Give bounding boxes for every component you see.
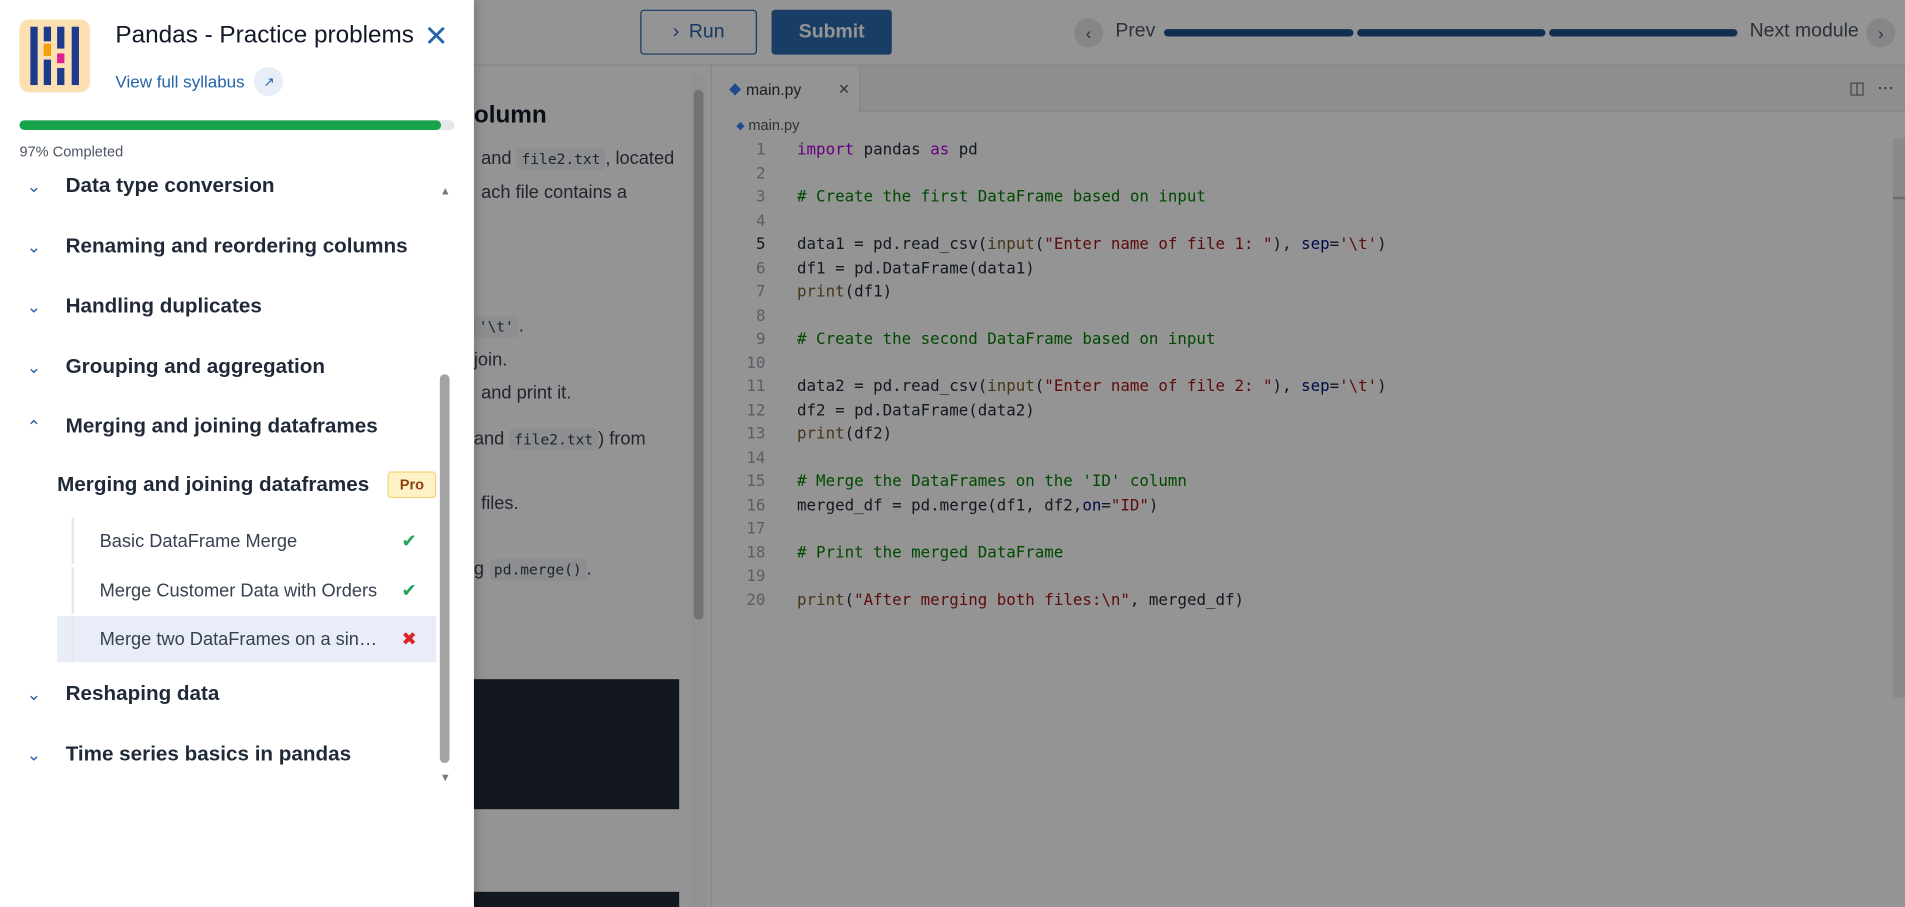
lesson-item[interactable]: Merge Customer Data with Orders ✔ bbox=[57, 567, 436, 614]
section-handling-duplicates[interactable]: ⌄ Handling duplicates bbox=[0, 286, 437, 327]
chevron-down-icon: ⌄ bbox=[26, 356, 41, 377]
course-progress-bar bbox=[19, 120, 455, 131]
progress-label: 97% Completed bbox=[19, 143, 124, 161]
check-icon: ✔ bbox=[401, 580, 417, 602]
course-drawer: Pandas - Practice problems ✕ View full s… bbox=[0, 0, 474, 907]
section-label: Reshaping data bbox=[65, 681, 220, 705]
scroll-thumb[interactable] bbox=[439, 374, 450, 764]
section-renaming-columns[interactable]: ⌄ Renaming and reordering columns bbox=[0, 226, 437, 267]
cross-icon: ✖ bbox=[401, 629, 417, 651]
course-title: Pandas - Practice problems bbox=[115, 21, 414, 49]
screen: › Run Submit ‹ Prev Next module › olumn … bbox=[0, 0, 1905, 907]
check-icon: ✔ bbox=[401, 530, 417, 552]
lesson-label: Basic DataFrame Merge bbox=[99, 530, 298, 552]
modal-backdrop[interactable] bbox=[473, 0, 1905, 907]
section-label: Data type conversion bbox=[65, 173, 275, 197]
section-time-series[interactable]: ⌄ Time series basics in pandas bbox=[0, 734, 437, 775]
section-grouping-aggregation[interactable]: ⌄ Grouping and aggregation bbox=[0, 346, 437, 387]
pandas-logo bbox=[19, 19, 90, 93]
chevron-down-icon: ⌄ bbox=[26, 236, 41, 256]
external-link-icon: ↗ bbox=[254, 66, 284, 96]
section-merging-joining[interactable]: ⌃ Merging and joining dataframes bbox=[0, 406, 437, 447]
chevron-down-icon: ⌄ bbox=[26, 175, 41, 196]
section-label: Grouping and aggregation bbox=[65, 354, 325, 378]
section-label: Time series basics in pandas bbox=[65, 742, 352, 766]
subsection-label: Merging and joining dataframes bbox=[57, 472, 370, 496]
lesson-item-selected[interactable]: Merge two DataFrames on a single column … bbox=[57, 616, 437, 663]
scroll-up-icon[interactable]: ▲ bbox=[440, 185, 451, 197]
lesson-label: Merge Customer Data with Orders bbox=[99, 580, 378, 601]
section-reshaping-data[interactable]: ⌄ Reshaping data bbox=[0, 673, 437, 714]
pro-badge: Pro bbox=[387, 471, 437, 499]
syllabus-label: View full syllabus bbox=[115, 71, 245, 92]
section-label: Renaming and reordering columns bbox=[65, 234, 408, 258]
view-syllabus-link[interactable]: View full syllabus ↗ bbox=[115, 66, 284, 96]
lesson-label: Merge two DataFrames on a single column bbox=[99, 628, 382, 650]
syllabus-scrollbar[interactable]: ▲ ▼ bbox=[437, 182, 452, 784]
section-data-type-conversion[interactable]: ⌄ Data type conversion bbox=[0, 168, 437, 207]
chevron-up-icon: ⌃ bbox=[26, 416, 41, 436]
section-label: Merging and joining dataframes bbox=[65, 414, 378, 438]
chevron-down-icon: ⌄ bbox=[26, 744, 41, 764]
close-icon[interactable]: ✕ bbox=[424, 22, 448, 52]
chevron-down-icon: ⌄ bbox=[26, 295, 41, 316]
section-label: Handling duplicates bbox=[65, 294, 262, 318]
scroll-down-icon[interactable]: ▼ bbox=[440, 772, 451, 784]
chevron-down-icon: ⌄ bbox=[26, 683, 41, 703]
subsection-merging-joining[interactable]: Merging and joining dataframes Pro bbox=[57, 464, 437, 505]
syllabus-list: ⌄ Data type conversion ⌄ Renaming and re… bbox=[0, 168, 437, 784]
lesson-item[interactable]: Basic DataFrame Merge ✔ bbox=[57, 517, 436, 564]
